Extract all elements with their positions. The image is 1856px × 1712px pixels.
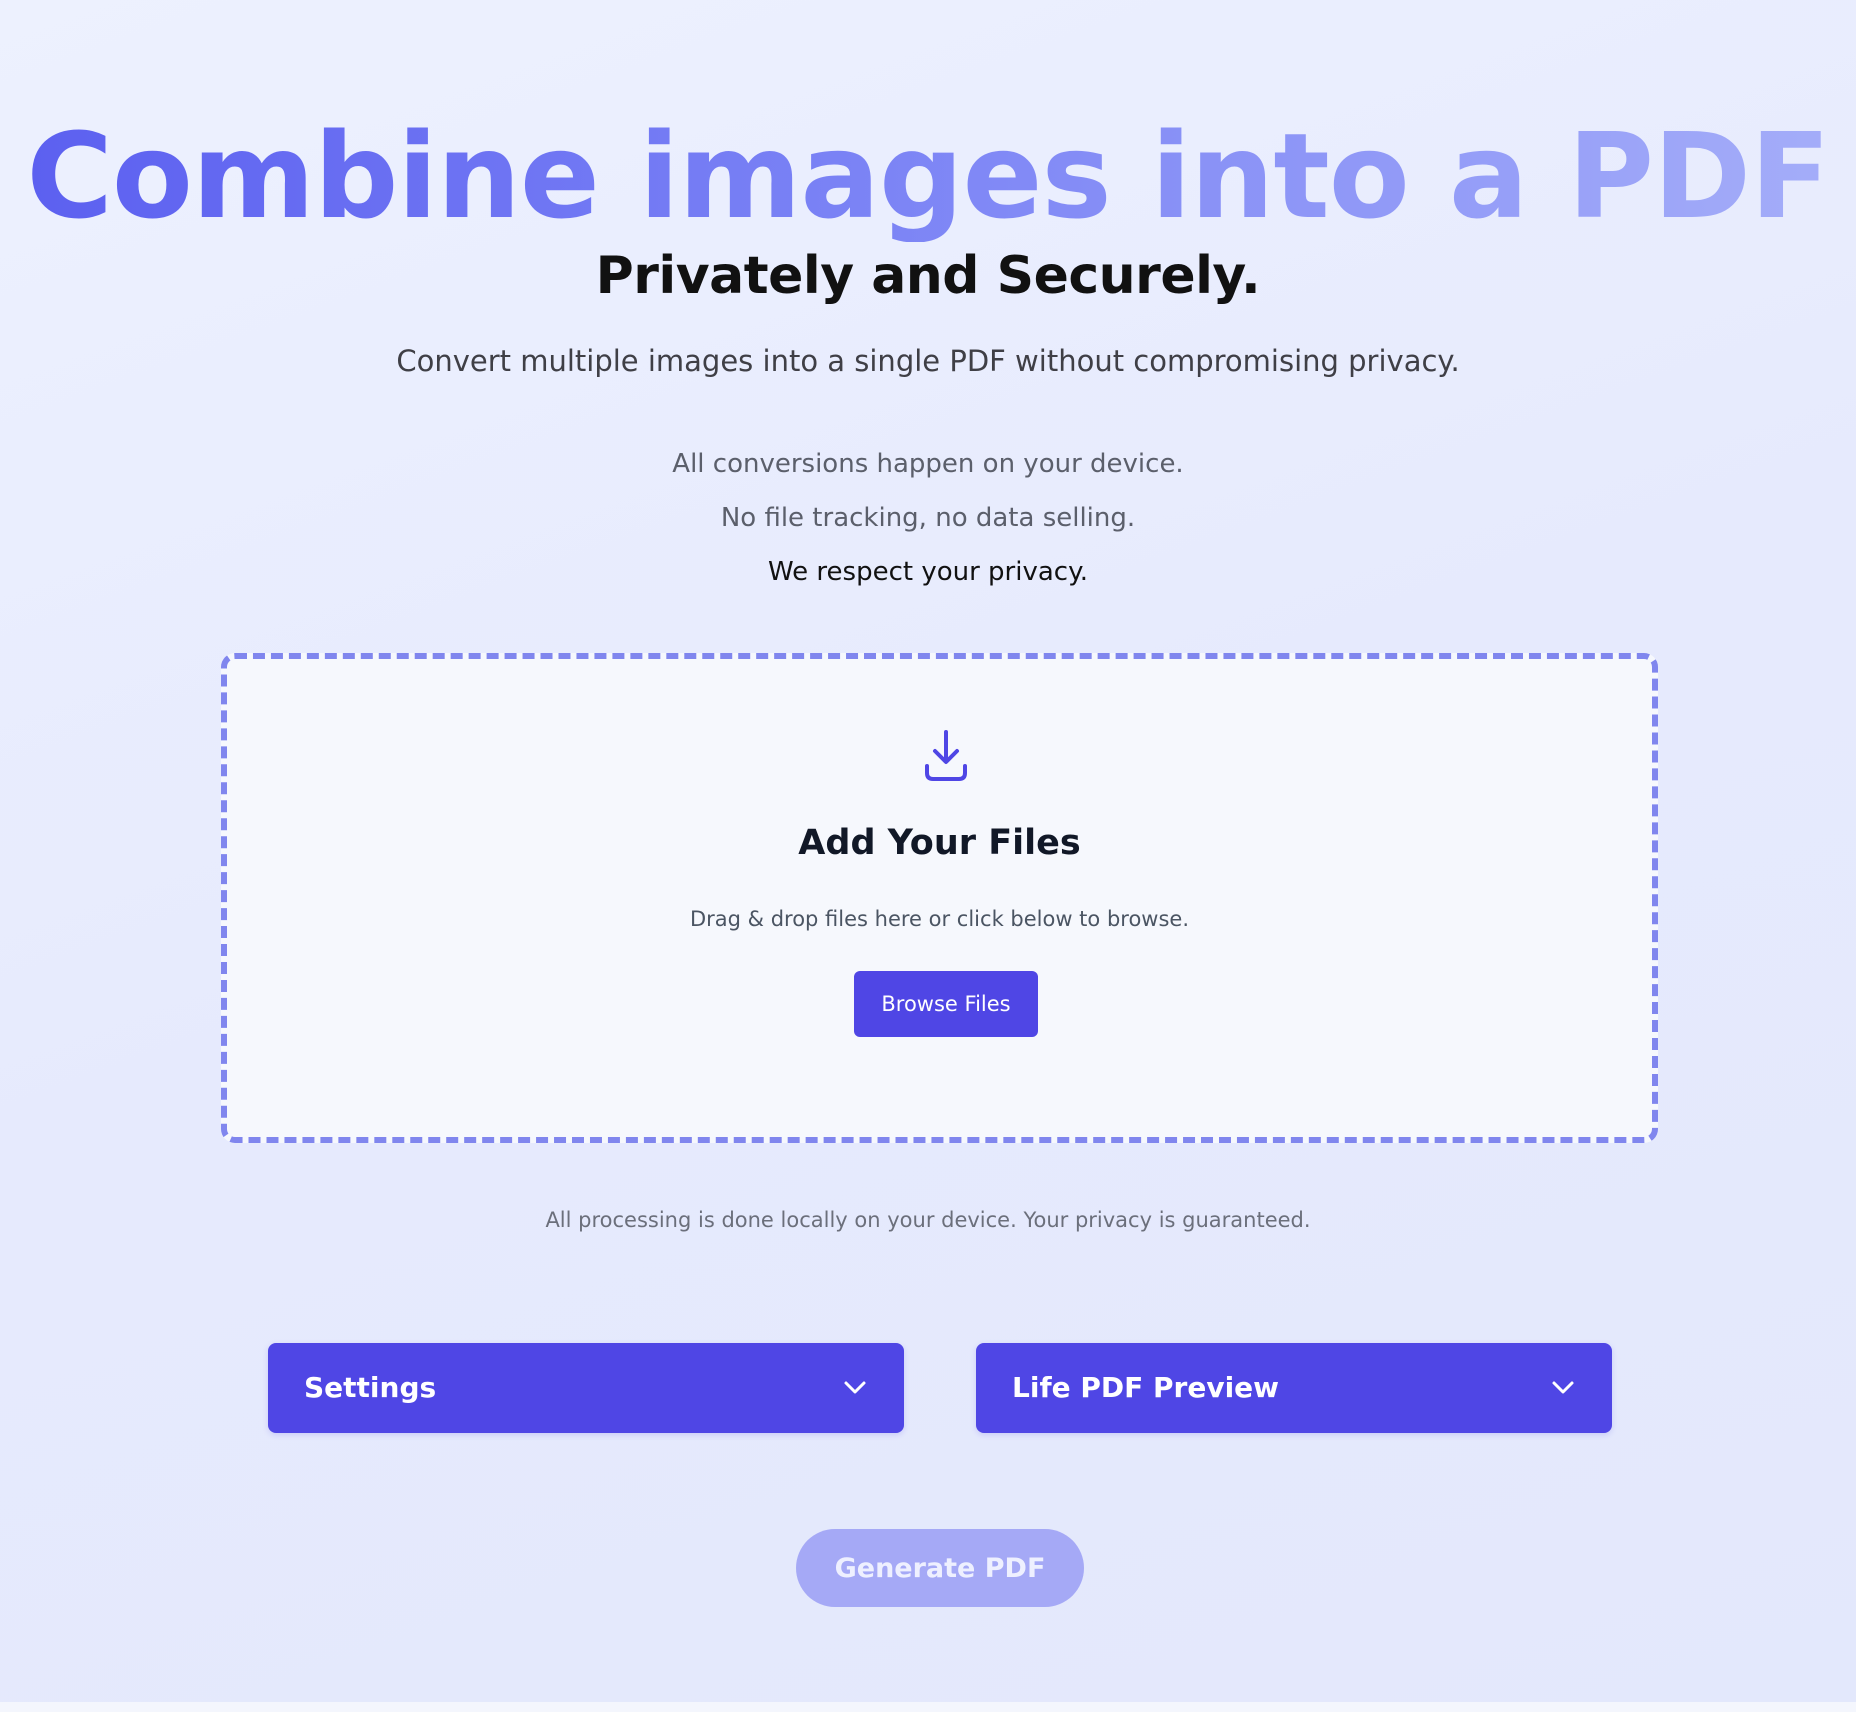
dropzone-hint: Drag & drop files here or click below to… xyxy=(689,907,1190,931)
local-processing-note: All processing is done locally on your d… xyxy=(545,1208,1311,1232)
page-bottom-strip xyxy=(0,1702,1856,1712)
chevron-down-icon xyxy=(844,1381,866,1394)
hero-title-word-5: PDF xyxy=(1567,107,1830,245)
dropzone-title: Add Your Files xyxy=(798,823,1081,863)
privacy-line-device: All conversions happen on your device. xyxy=(672,449,1184,479)
hero-description: Convert multiple images into a single PD… xyxy=(396,344,1460,378)
file-dropzone[interactable]: Add Your Files Drag & drop files here or… xyxy=(221,653,1658,1143)
pdf-preview-accordion-label: Life PDF Preview xyxy=(1012,1371,1280,1404)
hero-title: Combine images into a PDF xyxy=(0,112,1856,242)
generate-pdf-button[interactable]: Generate PDF xyxy=(796,1529,1084,1607)
hero-title-word-3: into xyxy=(1150,107,1409,245)
privacy-line-respect: We respect your privacy. xyxy=(767,557,1089,587)
hero-title-word-1: Combine xyxy=(26,107,599,245)
browse-files-button[interactable]: Browse Files xyxy=(854,971,1038,1037)
settings-accordion[interactable]: Settings xyxy=(268,1343,904,1433)
chevron-down-icon xyxy=(1552,1381,1574,1394)
hero-title-word-4: a xyxy=(1448,107,1528,245)
hero-subtitle: Privately and Securely. xyxy=(595,246,1261,306)
pdf-preview-accordion[interactable]: Life PDF Preview xyxy=(976,1343,1612,1433)
download-icon xyxy=(925,730,967,781)
settings-accordion-label: Settings xyxy=(304,1371,437,1404)
page: Combine images into a PDF Privately and … xyxy=(0,0,1856,1702)
hero-title-word-2: images xyxy=(639,107,1111,245)
privacy-line-tracking: No file tracking, no data selling. xyxy=(720,503,1136,533)
